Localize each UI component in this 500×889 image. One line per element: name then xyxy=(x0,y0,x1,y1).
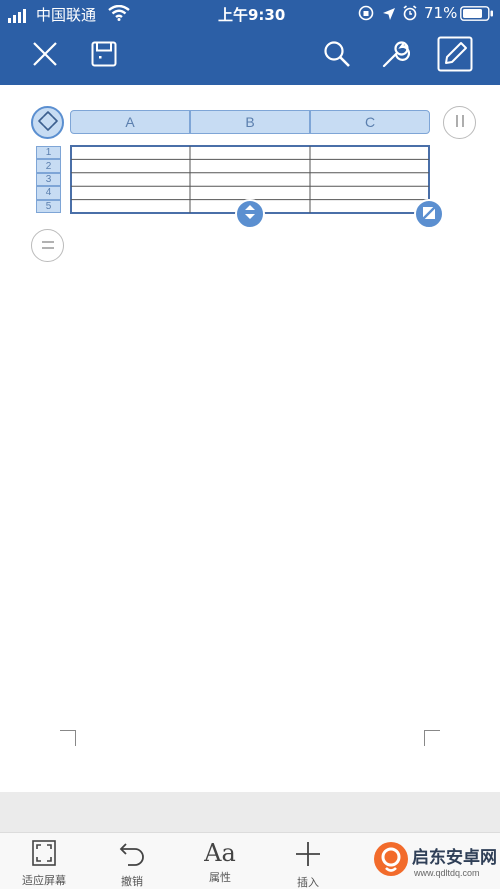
save-icon xyxy=(91,41,117,71)
rotation-lock-icon xyxy=(358,5,374,21)
fit-screen-icon xyxy=(32,840,56,870)
save-button[interactable] xyxy=(82,34,126,78)
page-corner-mark-left xyxy=(60,730,76,746)
row-header-bar: 1 2 3 4 5 xyxy=(36,146,61,213)
insert-button[interactable]: 插入 xyxy=(273,833,343,889)
tools-button[interactable] xyxy=(374,34,418,78)
search-icon xyxy=(323,40,351,72)
row-menu-button[interactable] xyxy=(31,229,64,262)
carrier-label: 中国联通 xyxy=(36,6,97,24)
row-header-1[interactable]: 1 xyxy=(36,146,61,160)
row-header-4[interactable]: 4 xyxy=(36,186,61,200)
close-button[interactable] xyxy=(23,34,67,78)
location-icon xyxy=(382,6,396,20)
column-header-b[interactable]: B xyxy=(190,110,310,134)
app-root: 中国联通 上午9:30 71% A B C 1 2 3 4 5 适应屏幕 撤销 … xyxy=(0,0,500,889)
pencil-icon xyxy=(437,36,473,76)
clock-label: 上午9:30 xyxy=(218,6,286,24)
undo-icon xyxy=(118,841,146,871)
move-arrows-icon xyxy=(36,109,60,137)
watermark-title: 启东安卓网 xyxy=(412,848,497,868)
column-header-a[interactable]: A xyxy=(70,110,190,134)
column-header-c[interactable]: C xyxy=(310,110,430,134)
plus-icon xyxy=(294,840,322,872)
undo-button[interactable]: 撤销 xyxy=(97,833,167,889)
signal-icon xyxy=(8,8,32,23)
edit-button[interactable] xyxy=(433,34,477,78)
page-gap xyxy=(0,792,500,832)
watermark: 启东安卓网 www.qdltdq.com xyxy=(372,832,500,889)
wrench-icon xyxy=(382,40,411,72)
row-header-5[interactable]: 5 xyxy=(36,199,61,213)
insert-label: 插入 xyxy=(297,876,319,889)
column-menu-button[interactable] xyxy=(443,106,476,139)
font-properties-icon: Aa xyxy=(204,839,236,867)
equals-lines-icon xyxy=(40,236,56,255)
column-header-bar: A B C xyxy=(70,110,430,134)
row-header-3[interactable]: 3 xyxy=(36,172,61,187)
fit-screen-button[interactable]: 适应屏幕 xyxy=(9,833,79,889)
properties-label: 属性 xyxy=(209,871,231,884)
watermark-logo-icon xyxy=(374,842,408,876)
top-bar: 中国联通 上午9:30 71% xyxy=(0,0,500,85)
alarm-icon xyxy=(402,5,418,21)
move-table-handle[interactable] xyxy=(31,106,64,139)
battery-percent-label: 71% xyxy=(424,4,458,22)
row-height-handle[interactable] xyxy=(235,199,265,229)
page-corner-mark-right xyxy=(424,730,440,746)
diagonal-resize-icon xyxy=(422,205,436,224)
watermark-url: www.qdltdq.com xyxy=(414,868,480,878)
pause-lines-icon xyxy=(453,113,467,133)
wifi-icon xyxy=(108,4,130,21)
row-header-2[interactable]: 2 xyxy=(36,159,61,173)
fit-screen-label: 适应屏幕 xyxy=(22,874,66,887)
undo-label: 撤销 xyxy=(121,875,143,888)
close-icon xyxy=(32,41,58,71)
search-button[interactable] xyxy=(315,34,359,78)
vertical-resize-icon xyxy=(243,204,257,224)
battery-icon xyxy=(460,6,494,21)
table-resize-handle[interactable] xyxy=(414,199,444,229)
properties-button[interactable]: Aa 属性 xyxy=(185,833,255,889)
